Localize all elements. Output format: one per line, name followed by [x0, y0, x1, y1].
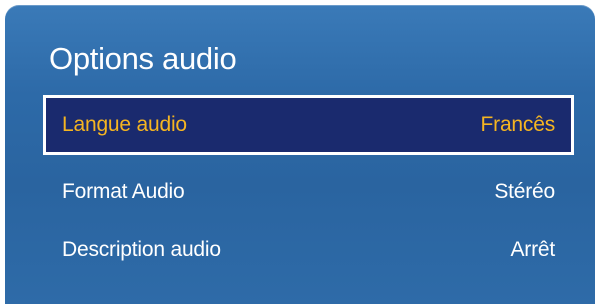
menu-item-label: Description audio	[62, 238, 221, 261]
menu-item-audio-format[interactable]: Format Audio Stéréo	[43, 162, 573, 222]
menu-item-label: Format Audio	[62, 180, 185, 203]
panel-title: Options audio	[49, 41, 237, 76]
menu-item-value: Arrêt	[510, 238, 555, 261]
menu-item-audio-language[interactable]: Langue audio Francês	[43, 95, 574, 155]
menu-item-audio-description[interactable]: Description audio Arrêt	[43, 220, 573, 280]
menu-item-label: Langue audio	[62, 113, 187, 136]
menu-item-value: Francês	[480, 113, 556, 136]
menu-item-value: Stéréo	[494, 180, 555, 203]
audio-options-panel: Options audio Langue audio Francês Forma…	[5, 5, 595, 304]
